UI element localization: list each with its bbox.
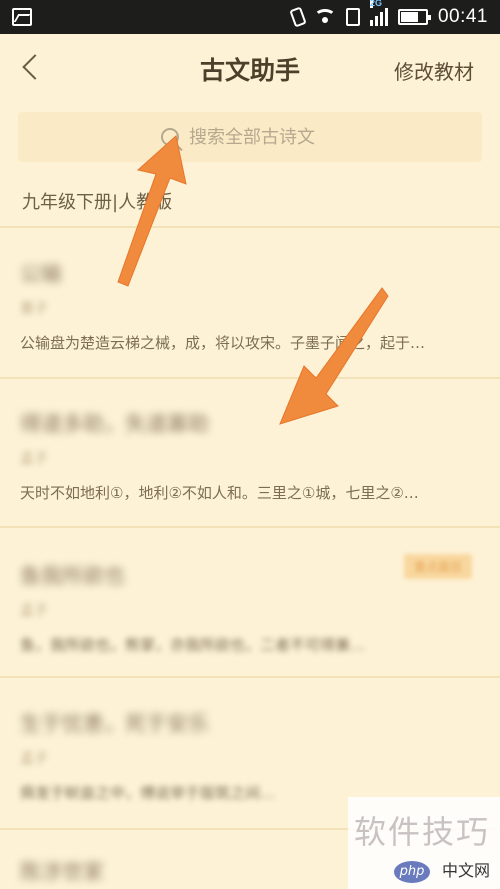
- item-title: 生于忧患，死于安乐: [20, 712, 209, 736]
- annotation-arrow-icon: [279, 287, 389, 425]
- list-item[interactable]: 生于忧患，死于安乐 孟子 舜发于畎亩之中，傅说举于版筑之间…: [20, 708, 480, 803]
- watermark-site: 中文网: [441, 861, 490, 880]
- list-item[interactable]: 重点篇目 鱼我所欲也 孟子 鱼，我所欲也，熊掌，亦我所欲也，二者不可得兼…: [20, 554, 480, 655]
- divider: [0, 226, 500, 228]
- annotation-arrow-icon: [117, 135, 187, 287]
- item-author: 墨子: [20, 301, 48, 317]
- watermark-text: 软件技巧: [353, 813, 490, 851]
- sim-icon: [345, 8, 360, 26]
- divider: [0, 377, 500, 379]
- divider: [0, 526, 500, 528]
- wifi-icon: [313, 9, 336, 25]
- item-excerpt: 天时不如地利①，地利②不如人和。三里之①城，七里之②…: [20, 484, 419, 502]
- status-bar: 2G 00:41: [0, 0, 500, 34]
- vibrate-icon: [289, 6, 307, 28]
- back-arrow-icon[interactable]: [22, 54, 48, 80]
- divider: [0, 676, 500, 678]
- network-type: 2G: [369, 0, 382, 8]
- page-title: 古文助手: [199, 56, 300, 85]
- gallery-notification-icon: [12, 8, 32, 26]
- battery-icon: [397, 9, 431, 25]
- item-title: 公输: [20, 262, 62, 286]
- list-item[interactable]: 公输 墨子 公输盘为楚造云梯之械，成，将以攻宋。子墨子闻之，起于…: [20, 258, 480, 353]
- list-item[interactable]: 得道多助，失道寡助 孟子 天时不如地利①，地利②不如人和。三里之①城，七里之②…: [20, 408, 480, 503]
- item-excerpt: 鱼，我所欲也，熊掌，亦我所欲也，二者不可得兼…: [20, 636, 366, 654]
- item-author: 孟子: [20, 603, 48, 619]
- search-bar[interactable]: [18, 112, 482, 162]
- watermark: 软件技巧 php 中文网: [348, 797, 500, 889]
- signal-icon: 2G: [369, 0, 388, 26]
- item-title: 鱼我所欲也: [20, 564, 125, 588]
- status-time: 00:41: [437, 6, 488, 27]
- item-author: 孟子: [20, 751, 48, 767]
- edit-textbook-button[interactable]: 修改教材: [394, 56, 474, 85]
- watermark-logo: php: [394, 861, 430, 883]
- item-excerpt: 公输盘为楚造云梯之械，成，将以攻宋。子墨子闻之，起于…: [20, 334, 426, 352]
- item-title: 得道多助，失道寡助: [20, 412, 209, 436]
- search-input[interactable]: [189, 126, 339, 148]
- app-header: 古文助手 修改教材: [0, 34, 500, 104]
- item-author: 孟子: [20, 451, 48, 467]
